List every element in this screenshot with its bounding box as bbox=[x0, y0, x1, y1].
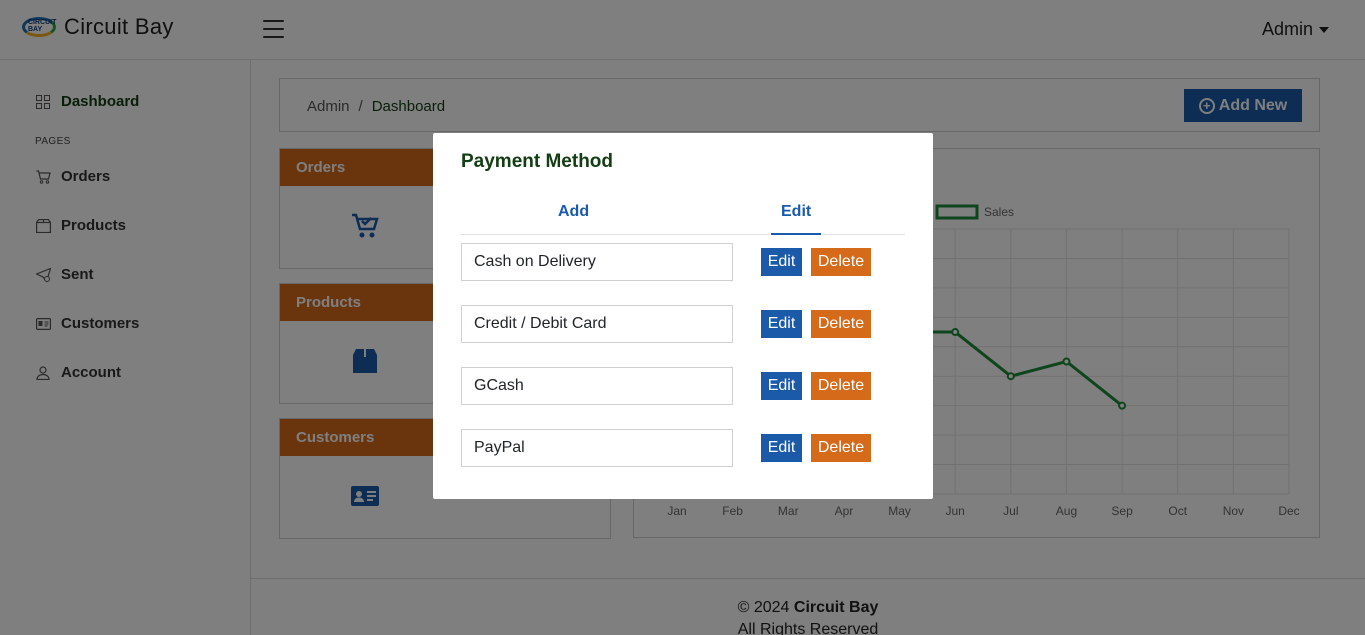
tab-edit[interactable]: Edit bbox=[771, 203, 822, 235]
payment-method-modal: Payment Method Add Edit Edit Delete Edit… bbox=[433, 133, 933, 499]
payment-method-row: Edit Delete bbox=[461, 429, 905, 467]
edit-button[interactable]: Edit bbox=[761, 434, 802, 462]
modal-title: Payment Method bbox=[461, 151, 614, 172]
payment-method-input[interactable] bbox=[461, 367, 733, 405]
delete-button[interactable]: Delete bbox=[811, 248, 871, 276]
payment-method-input[interactable] bbox=[461, 305, 733, 343]
payment-method-row: Edit Delete bbox=[461, 305, 905, 343]
tab-add[interactable]: Add bbox=[548, 203, 599, 235]
payment-method-input[interactable] bbox=[461, 429, 733, 467]
payment-method-row: Edit Delete bbox=[461, 243, 905, 281]
modal-tabs: Add Edit bbox=[461, 199, 905, 235]
payment-method-row: Edit Delete bbox=[461, 367, 905, 405]
delete-button[interactable]: Delete bbox=[811, 310, 871, 338]
payment-method-input[interactable] bbox=[461, 243, 733, 281]
delete-button[interactable]: Delete bbox=[811, 434, 871, 462]
edit-button[interactable]: Edit bbox=[761, 248, 802, 276]
delete-button[interactable]: Delete bbox=[811, 372, 871, 400]
edit-button[interactable]: Edit bbox=[761, 310, 802, 338]
edit-button[interactable]: Edit bbox=[761, 372, 802, 400]
